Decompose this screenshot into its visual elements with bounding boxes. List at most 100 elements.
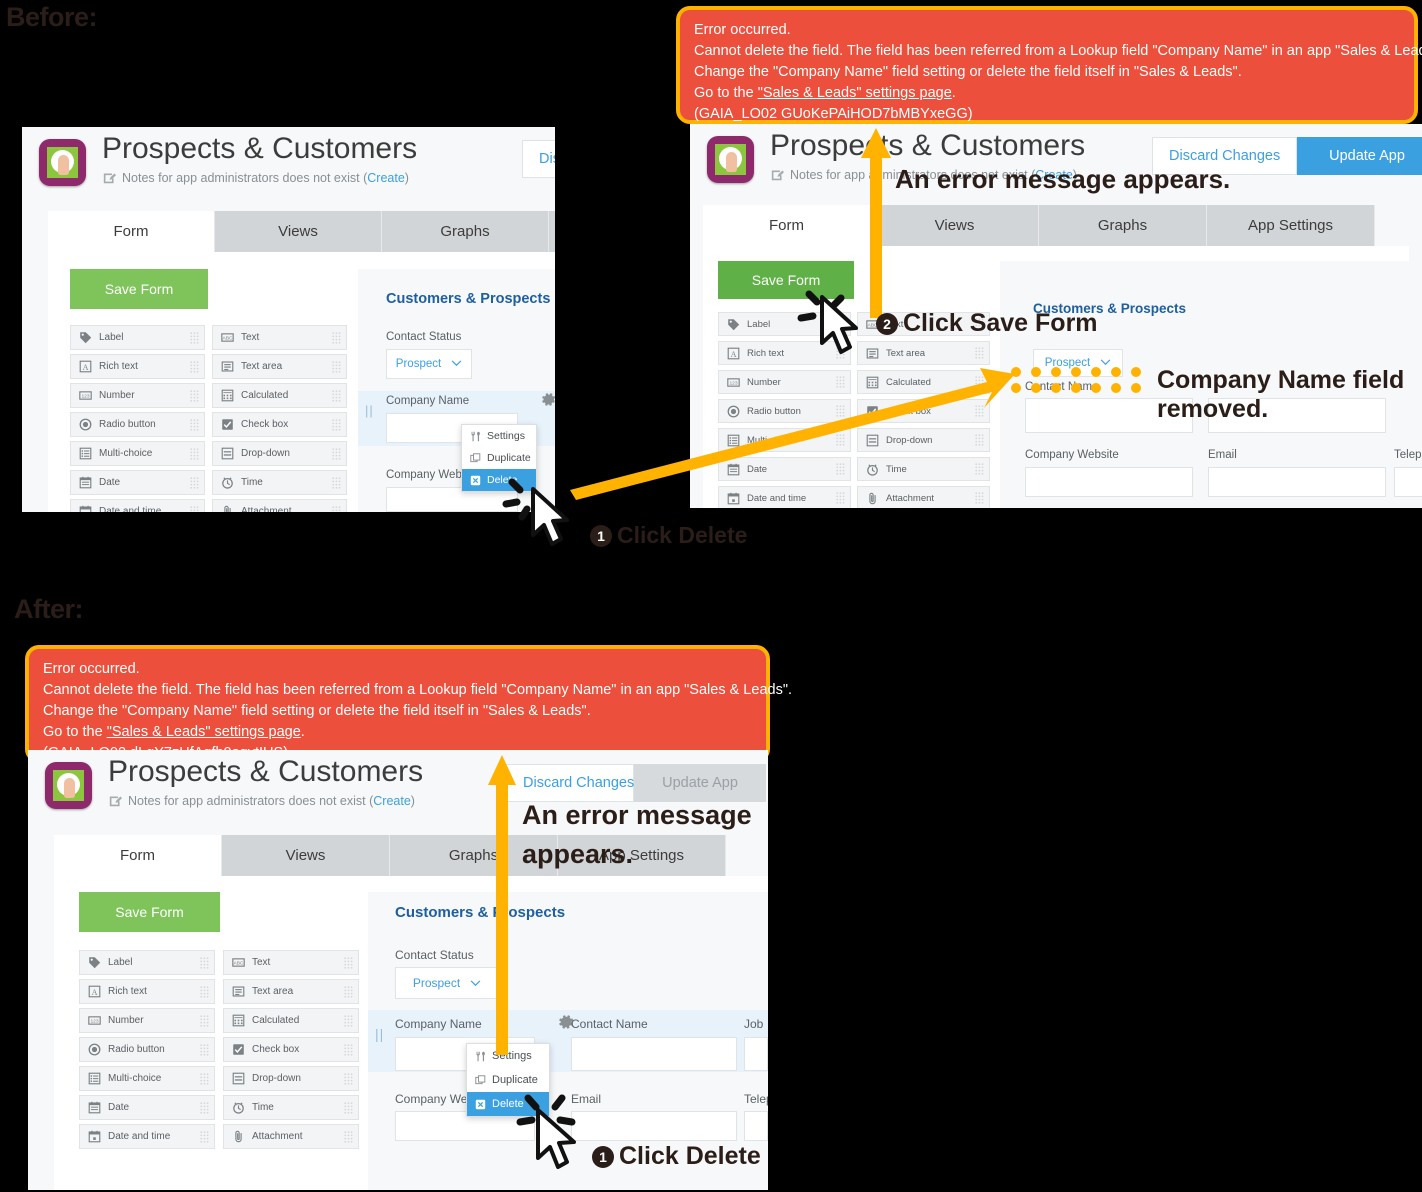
drag-handle-icon[interactable] bbox=[332, 360, 341, 373]
tab-form[interactable]: Form bbox=[48, 211, 215, 252]
drag-handle-icon[interactable] bbox=[190, 447, 199, 460]
app-icon bbox=[45, 762, 92, 809]
job-title-input[interactable] bbox=[744, 1037, 768, 1071]
palette-item-number[interactable]: 123 Number bbox=[79, 1008, 215, 1033]
palette-item-text-area[interactable]: Text area bbox=[212, 354, 347, 379]
email-input[interactable] bbox=[571, 1111, 737, 1141]
tab-graphs[interactable]: Graphs bbox=[1039, 205, 1207, 246]
drag-handle-icon[interactable] bbox=[190, 360, 199, 373]
contact-status-select[interactable]: Prospect bbox=[395, 967, 499, 999]
palette-item-rich-text[interactable]: A Rich text bbox=[79, 979, 215, 1004]
contact-name-input[interactable] bbox=[571, 1037, 737, 1071]
drag-handle-icon[interactable] bbox=[332, 476, 341, 489]
discard-changes-button[interactable]: Discard Changes bbox=[506, 764, 634, 802]
palette-item-label[interactable]: Label bbox=[70, 325, 205, 350]
palette-item-date[interactable]: Date bbox=[79, 1095, 215, 1120]
drag-handle-icon[interactable] bbox=[344, 1043, 353, 1056]
drag-handle-icon[interactable] bbox=[200, 1072, 209, 1085]
drag-grip-icon[interactable]: || bbox=[365, 403, 374, 418]
drag-handle-icon[interactable] bbox=[975, 347, 984, 359]
tab-views[interactable]: Views bbox=[215, 211, 382, 252]
text-area-icon bbox=[231, 984, 246, 999]
settings-page-link[interactable]: "Sales & Leads" settings page bbox=[758, 85, 952, 101]
palette-item-date-and-time[interactable]: Date and time bbox=[70, 499, 205, 512]
palette-item-multi-choice[interactable]: Multi-choice bbox=[79, 1066, 215, 1091]
palette-item-attachment[interactable]: Attachment bbox=[212, 499, 347, 512]
palette-item-attachment[interactable]: Attachment bbox=[223, 1124, 359, 1149]
palette-item-multi-choice[interactable]: Multi-choice bbox=[70, 441, 205, 466]
settings-page-link[interactable]: "Sales & Leads" settings page bbox=[107, 724, 301, 740]
palette-item-text[interactable]: ABC Text bbox=[223, 950, 359, 975]
context-menu-item-duplicate[interactable]: Duplicate bbox=[467, 1068, 549, 1092]
tab-graphs[interactable]: Graphs bbox=[382, 211, 549, 252]
palette-item-text[interactable]: ABC Text bbox=[212, 325, 347, 350]
palette-item-radio-button[interactable]: Radio button bbox=[79, 1037, 215, 1062]
drag-handle-icon[interactable] bbox=[332, 447, 341, 460]
palette-item-date[interactable]: Date bbox=[70, 470, 205, 495]
palette-item-time[interactable]: Time bbox=[212, 470, 347, 495]
palette-item-check-box[interactable]: Check box bbox=[223, 1037, 359, 1062]
drag-handle-icon[interactable] bbox=[200, 1130, 209, 1143]
drag-handle-icon[interactable] bbox=[190, 418, 199, 431]
palette-item-label[interactable]: Label bbox=[79, 950, 215, 975]
palette-row: 123 Number Calculated bbox=[79, 1008, 359, 1033]
tab-form[interactable]: Form bbox=[703, 205, 871, 246]
drag-handle-icon[interactable] bbox=[332, 505, 341, 513]
drag-handle-icon[interactable] bbox=[200, 1043, 209, 1056]
tab-app-settings[interactable]: App Settings bbox=[1207, 205, 1375, 246]
create-notes-link[interactable]: Create bbox=[367, 171, 405, 185]
telephone-input[interactable] bbox=[744, 1111, 768, 1141]
save-form-button[interactable]: Save Form bbox=[70, 269, 208, 309]
palette-item-date-and-time[interactable]: Date and time bbox=[79, 1124, 215, 1149]
palette-item-text-area[interactable]: Text area bbox=[857, 341, 990, 365]
palette-item-rich-text[interactable]: A Rich text bbox=[70, 354, 205, 379]
tab-views[interactable]: Views bbox=[871, 205, 1039, 246]
palette-item-check-box[interactable]: Check box bbox=[212, 412, 347, 437]
drag-handle-icon[interactable] bbox=[190, 476, 199, 489]
save-form-button[interactable]: Save Form bbox=[79, 892, 220, 932]
palette-item-drop-down[interactable]: Drop-down bbox=[212, 441, 347, 466]
context-menu-item-settings[interactable]: Settings bbox=[462, 425, 536, 447]
drag-grip-icon[interactable]: || bbox=[375, 1026, 384, 1042]
email-input[interactable] bbox=[1208, 467, 1386, 497]
tab-app-settings[interactable]: App Settings bbox=[549, 211, 555, 252]
palette-item-text-area[interactable]: Text area bbox=[223, 979, 359, 1004]
drag-handle-icon[interactable] bbox=[332, 418, 341, 431]
palette-item-calculated[interactable]: Calculated bbox=[212, 383, 347, 408]
drag-handle-icon[interactable] bbox=[200, 1101, 209, 1114]
drag-handle-icon[interactable] bbox=[200, 956, 209, 969]
palette-item-time[interactable]: Time bbox=[223, 1095, 359, 1120]
discard-changes-button[interactable]: Discard Changes bbox=[522, 140, 555, 178]
drag-handle-icon[interactable] bbox=[344, 1072, 353, 1085]
context-menu-item-duplicate[interactable]: Duplicate bbox=[462, 447, 536, 469]
error-banner-before: Error occurred. Cannot delete the field.… bbox=[676, 6, 1422, 124]
drag-handle-icon[interactable] bbox=[344, 956, 353, 969]
drag-handle-icon[interactable] bbox=[344, 985, 353, 998]
update-app-button[interactable]: Update App bbox=[1297, 137, 1422, 175]
drag-handle-icon[interactable] bbox=[200, 1014, 209, 1027]
palette-item-drop-down[interactable]: Drop-down bbox=[223, 1066, 359, 1091]
palette-item-number[interactable]: 123 Number bbox=[70, 383, 205, 408]
drag-handle-icon[interactable] bbox=[332, 389, 341, 402]
drag-handle-icon[interactable] bbox=[344, 1014, 353, 1027]
drag-handle-icon[interactable] bbox=[200, 985, 209, 998]
palette-item-calculated[interactable]: Calculated bbox=[223, 1008, 359, 1033]
create-notes-link[interactable]: Create bbox=[373, 794, 411, 808]
drag-handle-icon[interactable] bbox=[190, 505, 199, 513]
delete-x-icon bbox=[475, 1099, 486, 1110]
app-icon-hand bbox=[58, 155, 69, 175]
gear-icon[interactable] bbox=[542, 392, 555, 412]
telephone-input[interactable] bbox=[1394, 467, 1422, 497]
drag-handle-icon[interactable] bbox=[190, 331, 199, 344]
checkbox-icon bbox=[231, 1042, 246, 1057]
tab-form[interactable]: Form bbox=[54, 835, 222, 876]
drag-handle-icon[interactable] bbox=[332, 331, 341, 344]
palette-item-radio-button[interactable]: Radio button bbox=[70, 412, 205, 437]
tab-views[interactable]: Views bbox=[222, 835, 390, 876]
contact-status-select[interactable]: Prospect bbox=[386, 349, 472, 379]
drag-handle-icon[interactable] bbox=[190, 389, 199, 402]
palette-item-label: Text bbox=[241, 332, 260, 343]
drag-handle-icon[interactable] bbox=[344, 1101, 353, 1114]
drag-handle-icon[interactable] bbox=[344, 1130, 353, 1143]
company-website-input[interactable] bbox=[1025, 467, 1193, 497]
